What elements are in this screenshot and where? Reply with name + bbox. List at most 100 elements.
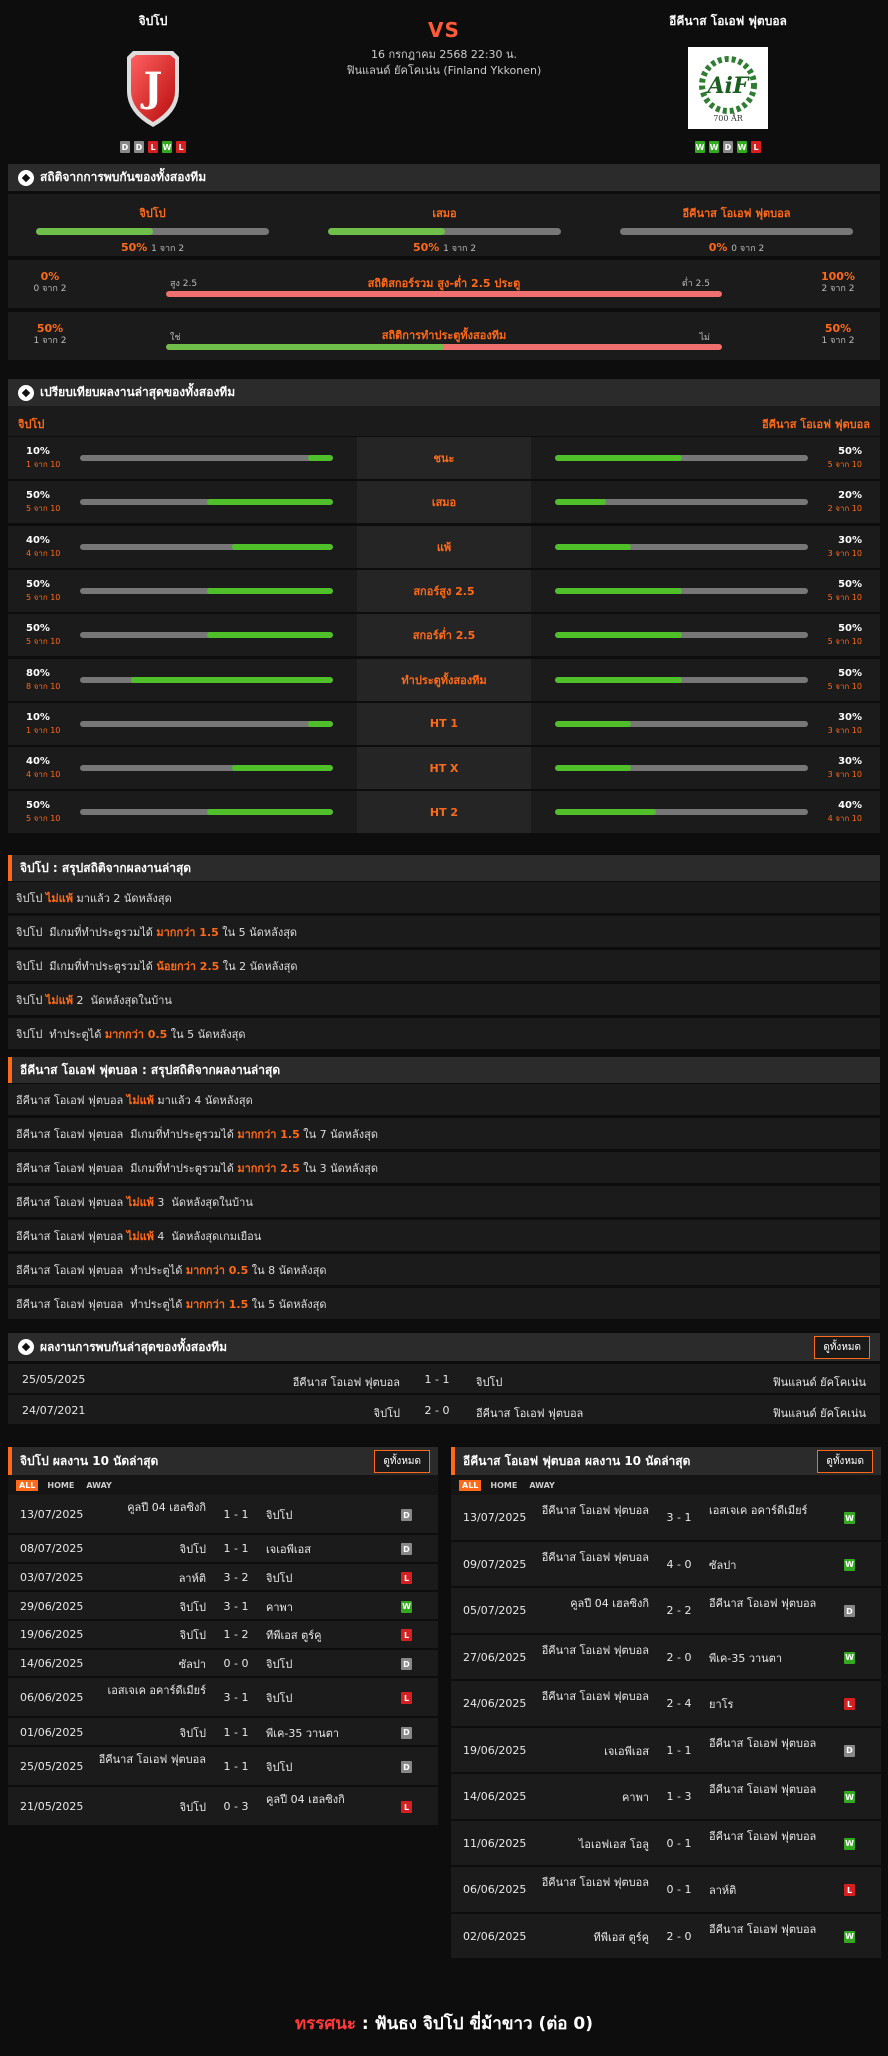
compare-label: ชนะ bbox=[357, 437, 531, 479]
tab-home[interactable]: HOME bbox=[487, 1480, 520, 1491]
h2h-away: จิปโป bbox=[476, 1376, 503, 1389]
tab-all[interactable]: ALL bbox=[16, 1479, 39, 1491]
home-pct: 50% bbox=[26, 800, 50, 812]
match-date: 06/06/2025 bbox=[20, 1691, 84, 1705]
summary-highlight: ไม่แพ้ bbox=[45, 993, 73, 1007]
h2h-score: 1 - 1 bbox=[424, 1373, 450, 1386]
result-row[interactable]: 08/07/2025 จิปโป 1 - 1 เจเอพีเอส D bbox=[8, 1535, 438, 1564]
away-team: จิปโป bbox=[266, 1509, 293, 1522]
form-badge: W bbox=[695, 141, 705, 153]
h2h-away-sub: 0 จาก 2 bbox=[731, 244, 765, 254]
summary-text: จิปโป มีเกมที่ทำประตูรวมได้ bbox=[16, 959, 157, 973]
match-score: 2 - 4 bbox=[666, 1697, 692, 1711]
home-team-logo: J bbox=[127, 51, 179, 127]
h2h-away-block: อีคีนาส โอเอฟ ฟุตบอล 0% 0 จาก 2 bbox=[620, 204, 853, 255]
away-team: พีเค-35 วานตา bbox=[709, 1651, 783, 1665]
result-row[interactable]: 11/06/2025 ไอเอฟเอส โอลู 0 - 1 อีคีนาส โอเอ… bbox=[451, 1820, 881, 1867]
view-all-home-button[interactable]: ดูทั้งหมด bbox=[374, 1449, 430, 1473]
result-badge: W bbox=[844, 1791, 855, 1804]
h2h-result-row[interactable]: 25/05/2025 อีคีนาส โอเอฟ ฟุตบอล 1 - 1 จิปโป… bbox=[8, 1364, 880, 1394]
home-team: เอสเจเค อคาร์ดีเมียร์ bbox=[107, 1684, 206, 1698]
result-row[interactable]: 06/06/2025 เอสเจเค อคาร์ดีเมียร์ 3 - 1 จิปโ… bbox=[8, 1678, 438, 1719]
home-team[interactable]: จิปโป J DDLWL bbox=[33, 12, 273, 153]
match-score: 1 - 1 bbox=[223, 1508, 249, 1521]
compare-label: แพ้ bbox=[357, 525, 531, 568]
away-bar bbox=[555, 455, 808, 461]
result-row[interactable]: 14/06/2025 คาพา 1 - 3 อีคีนาส โอเอฟ ฟุตบอล W bbox=[451, 1774, 881, 1821]
home-pct: 50% bbox=[26, 490, 50, 502]
tab-away[interactable]: AWAY bbox=[83, 1480, 115, 1491]
h2h-draw-label: เสมอ bbox=[432, 207, 457, 220]
result-row[interactable]: 24/06/2025 อีคีนาส โอเอฟ ฟุตบอล 2 - 4 ยาโร L bbox=[451, 1681, 881, 1728]
home-count: 5 จาก 10 bbox=[26, 592, 61, 602]
match-score: 3 - 1 bbox=[666, 1511, 692, 1525]
tab-home[interactable]: HOME bbox=[44, 1480, 77, 1491]
result-badge: L bbox=[401, 1572, 412, 1585]
result-row[interactable]: 13/07/2025 อีคีนาส โอเอฟ ฟุตบอล 3 - 1 เอสเจ… bbox=[451, 1495, 881, 1542]
form-badge: D bbox=[134, 141, 144, 153]
result-row[interactable]: 19/06/2025 เจเอพีเอส 1 - 1 อีคีนาส โอเอฟ ฟุ… bbox=[451, 1727, 881, 1774]
result-row[interactable]: 14/06/2025 ซัลปา 0 - 0 จิปโป D bbox=[8, 1649, 438, 1679]
result-row[interactable]: 09/07/2025 อีคีนาส โอเอฟ ฟุตบอล 4 - 0 ซัลปา… bbox=[451, 1541, 881, 1588]
match-score: 0 - 1 bbox=[666, 1836, 692, 1850]
h2h-home: อีคีนาส โอเอฟ ฟุตบอล bbox=[292, 1376, 400, 1389]
result-row[interactable]: 06/06/2025 อีคีนาส โอเอฟ ฟุตบอล 0 - 1 ลาห์ต… bbox=[451, 1867, 881, 1914]
result-row[interactable]: 19/06/2025 จิปโป 1 - 2 ทีพีเอส ตูร์คู L bbox=[8, 1621, 438, 1650]
view-all-h2h-button[interactable]: ดูทั้งหมด bbox=[814, 1335, 870, 1359]
away-pct: 30% bbox=[838, 756, 862, 768]
away-count: 3 จาก 10 bbox=[827, 725, 862, 735]
home-team: จิปโป bbox=[179, 1600, 206, 1614]
h2h-league: ฟินแลนด์ ยัคโคเน่น bbox=[772, 1407, 866, 1420]
compare-label: ทำประตูทั้งสองทีม bbox=[357, 658, 531, 701]
summary-text: 2 นัดหลังสุดในบ้าน bbox=[72, 993, 172, 1007]
result-row[interactable]: 01/06/2025 จิปโป 1 - 1 พีเค-35 วานตา D bbox=[8, 1718, 438, 1748]
home-count: 8 จาก 10 bbox=[26, 681, 61, 691]
h2h-result-row[interactable]: 24/07/2021 จิปโป 2 - 0 อีคีนาส โอเอฟ ฟุตบอล… bbox=[8, 1395, 880, 1425]
away-team: อีคีนาส โอเอฟ ฟุตบอล bbox=[709, 1829, 817, 1843]
home-count: 5 จาก 10 bbox=[26, 504, 61, 514]
summary-highlight: ไม่แพ้ bbox=[126, 1195, 154, 1209]
match-date: 13/07/2025 bbox=[463, 1511, 527, 1525]
away-pct: 20% bbox=[838, 490, 862, 502]
summary-text: อีคีนาส โอเอฟ ฟุตบอล ทำประตูได้ bbox=[16, 1297, 186, 1311]
home-team: อีคีนาส โอเอฟ ฟุตบอล bbox=[541, 1690, 649, 1704]
view-all-away-button[interactable]: ดูทั้งหมด bbox=[817, 1449, 873, 1473]
result-row[interactable]: 21/05/2025 จิปโป 0 - 3 คูลปี 04 เฮลซิงกิ L bbox=[8, 1787, 438, 1828]
h2h-stats-header: สถิติจากการพบกันของทั้งสองทีม bbox=[8, 164, 880, 191]
result-row[interactable]: 29/06/2025 จิปโป 3 - 1 คาพา W bbox=[8, 1592, 438, 1622]
result-row[interactable]: 27/06/2025 อีคีนาส โอเอฟ ฟุตบอล 2 - 0 พีเค-… bbox=[451, 1634, 881, 1681]
away-team: เจเอพีเอส bbox=[266, 1543, 311, 1557]
result-row[interactable]: 25/05/2025 อีคีนาส โอเอฟ ฟุตบอล 1 - 1 จิปโป… bbox=[8, 1747, 438, 1788]
result-row[interactable]: 13/07/2025 คูลปี 04 เฮลซิงกิ 1 - 1 จิปโป D bbox=[8, 1495, 438, 1535]
h2h-away: อีคีนาส โอเอฟ ฟุตบอล bbox=[476, 1407, 584, 1420]
ou-right-sub: 2 จาก 2 bbox=[821, 284, 855, 294]
result-row[interactable]: 03/07/2025 ลาห์ติ 3 - 2 จิปโป L bbox=[8, 1563, 438, 1593]
tab-all[interactable]: ALL bbox=[459, 1479, 482, 1491]
tab-away[interactable]: AWAY bbox=[526, 1480, 558, 1491]
btts-left-label: ใช่ bbox=[170, 333, 181, 343]
home-team-name: จิปโป bbox=[138, 14, 168, 28]
away-team-name: อีคีนาส โอเอฟ ฟุตบอล bbox=[669, 14, 787, 28]
compare-row: 10% 1 จาก 10 HT 1 30% 3 จาก 10 bbox=[8, 702, 880, 746]
home-pct: 40% bbox=[26, 534, 50, 546]
home-count: 5 จาก 10 bbox=[26, 814, 61, 824]
result-badge: W bbox=[844, 1512, 855, 1525]
compare-row: 10% 1 จาก 10 ชนะ 50% 5 จาก 10 bbox=[8, 437, 880, 480]
match-info: VS 16 กรกฎาคม 2568 22:30 น. ฟินแลนด์ ยัค… bbox=[294, 18, 594, 79]
h2h-btts-panel: 50% 1 จาก 2 ใช่ สถิติการทำประตูทั้งสองทีม… bbox=[8, 312, 880, 360]
away-team[interactable]: อีคีนาส โอเอฟ ฟุตบอล AiF 700 ÅR WWDWL bbox=[608, 12, 848, 153]
h2h-draw-fill bbox=[328, 228, 445, 235]
away-pct: 50% bbox=[838, 446, 862, 457]
summary-row: อีคีนาส โอเอฟ ฟุตบอล ไม่แพ้ 4 นัดหลังสุด… bbox=[8, 1220, 880, 1251]
soccer-ball-icon bbox=[18, 1339, 34, 1355]
result-row[interactable]: 02/06/2025 ทีพีเอส ตูร์คู 2 - 0 อีคีนาส โอเ… bbox=[451, 1913, 881, 1960]
summary-row: จิปโป ไม่แพ้ 2 นัดหลังสุดในบ้าน bbox=[8, 984, 880, 1015]
summary-text: ใน 8 นัดหลังสุด bbox=[248, 1263, 327, 1277]
match-date: 09/07/2025 bbox=[463, 1557, 527, 1571]
away-team: ซัลปา bbox=[709, 1558, 737, 1572]
home-team: จิปโป bbox=[179, 1543, 206, 1557]
away-team: ลาห์ติ bbox=[709, 1884, 737, 1898]
result-row[interactable]: 05/07/2025 คูลปี 04 เฮลซิงกิ 2 - 2 อีคีนาส … bbox=[451, 1588, 881, 1635]
away-pct: 30% bbox=[838, 534, 862, 546]
away-count: 2 จาก 10 bbox=[827, 504, 862, 514]
